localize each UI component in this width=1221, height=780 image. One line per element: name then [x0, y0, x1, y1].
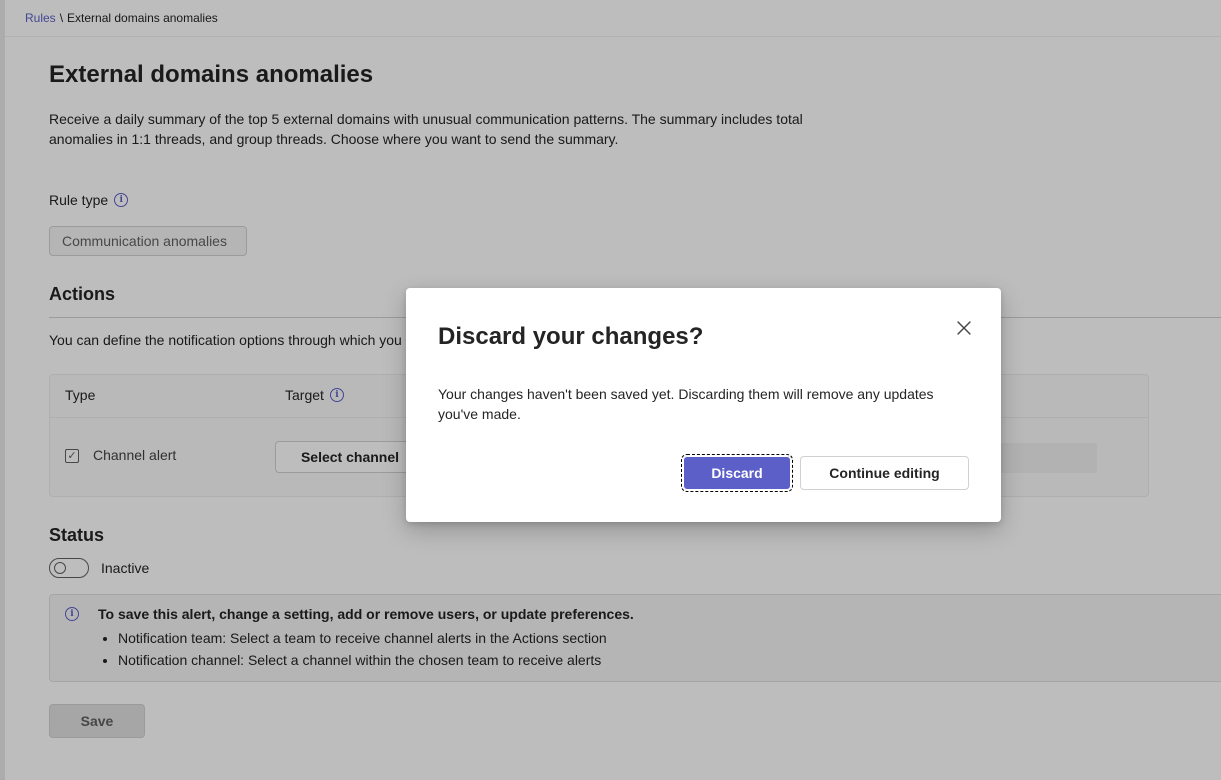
dialog-body: Your changes haven't been saved yet. Dis…	[438, 386, 934, 422]
continue-editing-button[interactable]: Continue editing	[800, 456, 969, 490]
close-icon[interactable]	[954, 318, 974, 338]
discard-dialog: Discard your changes? Your changes haven…	[406, 288, 1001, 522]
dialog-title: Discard your changes?	[438, 323, 704, 350]
discard-button[interactable]: Discard	[681, 454, 793, 492]
